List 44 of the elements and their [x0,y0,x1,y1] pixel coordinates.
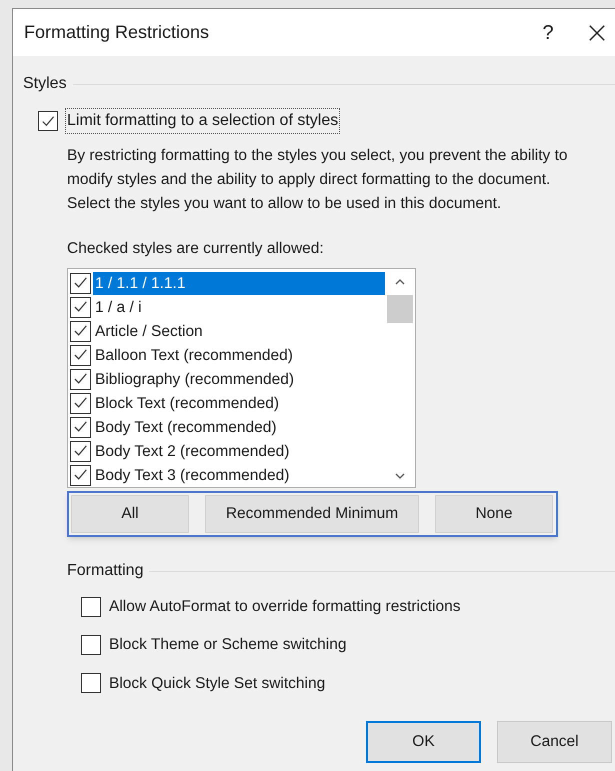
scroll-down-icon[interactable] [395,473,405,479]
section-heading: Styles [23,74,67,94]
checkbox[interactable] [81,673,101,694]
checkbox[interactable] [70,416,91,438]
select-button[interactable]: All [71,495,189,533]
select-button[interactable]: None [435,495,553,533]
checkbox[interactable] [70,368,91,390]
checkbox[interactable] [38,111,58,131]
style-item[interactable]: 1 / a / i [93,296,385,318]
scrollbar-thumb[interactable] [387,295,413,323]
checkbox[interactable] [70,344,91,366]
help-button[interactable]: ? [528,18,568,48]
description-text: modify styles and the ability to apply direct formatting to the document. [67,170,552,190]
style-item[interactable]: Body Text 3 (recommended) [93,464,385,486]
checkbox-label[interactable]: Block Quick Style Set switching [109,672,326,695]
checkbox[interactable] [70,272,91,294]
section-heading: Formatting [67,561,144,581]
checkbox[interactable] [70,440,91,462]
dialog-button[interactable]: OK [366,720,481,763]
scroll-up-icon[interactable] [395,279,405,285]
style-item[interactable]: Block Text (recommended) [93,392,385,414]
dialog-button[interactable]: Cancel [497,720,612,763]
style-item[interactable]: Body Text (recommended) [93,416,385,438]
checkbox-label[interactable]: Limit formatting to a selection of styles [65,108,340,134]
checkbox[interactable] [81,634,101,655]
list-label: Checked styles are currently allowed: [67,239,325,259]
close-icon[interactable] [588,24,606,42]
checkbox[interactable] [70,392,91,414]
checkbox-label[interactable]: Allow AutoFormat to override formatting restrictions [109,595,460,618]
select-button[interactable]: Recommended Minimum [205,495,419,533]
style-item[interactable]: 1 / 1.1 / 1.1.1 [93,272,385,294]
description-text: By restricting formatting to the styles you select, you prevent the ability to [67,146,569,166]
checkbox[interactable] [70,296,91,318]
window-title: Formatting Restrictions [24,21,210,44]
checkbox[interactable] [81,596,101,617]
checkbox[interactable] [70,464,91,486]
style-item[interactable]: Article / Section [93,320,385,342]
style-item[interactable]: Body Text 2 (recommended) [93,440,385,462]
description-text: Select the styles you want to allow to be used in this document. [67,194,502,214]
checkbox-label[interactable]: Block Theme or Scheme switching [109,633,346,656]
style-item[interactable]: Balloon Text (recommended) [93,344,385,366]
checkmark-icon [40,114,56,128]
style-item[interactable]: Bibliography (recommended) [93,368,385,390]
checkbox[interactable] [70,320,91,342]
